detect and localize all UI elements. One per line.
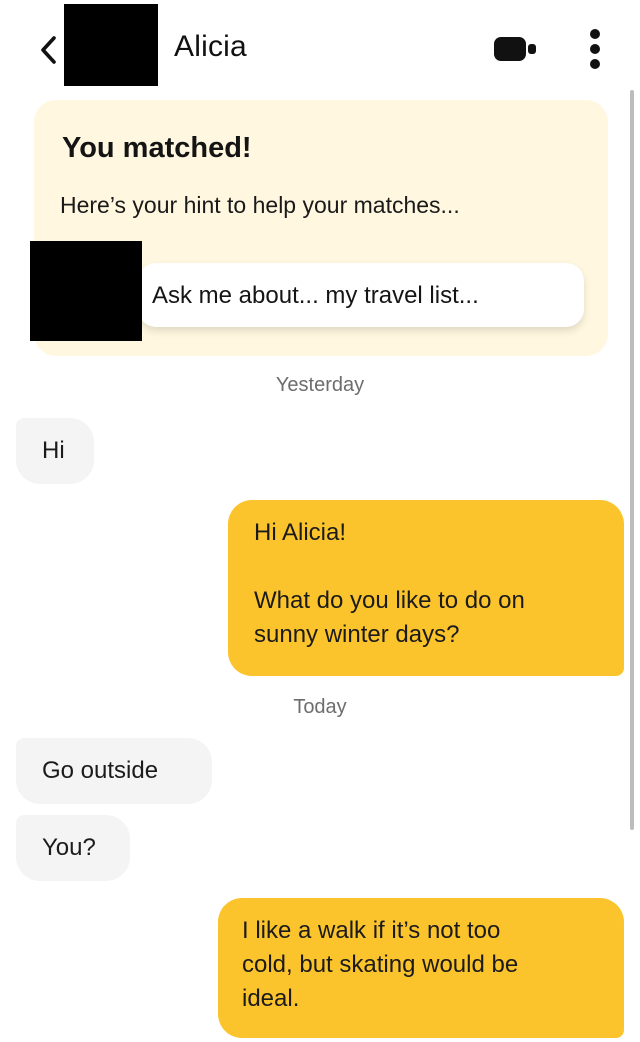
- hint-pill[interactable]: Ask me about... my travel list...: [138, 263, 584, 327]
- video-camera-icon: [494, 37, 536, 61]
- message-text: Hi Alicia!: [254, 519, 347, 546]
- avatar[interactable]: [64, 4, 160, 86]
- match-title: You matched!: [62, 132, 252, 164]
- more-vertical-icon: [590, 29, 600, 69]
- message-bubble-received[interactable]: Go outside: [16, 738, 212, 804]
- video-call-button[interactable]: [490, 34, 542, 64]
- hint-avatar-redaction: [30, 241, 142, 341]
- hint-text: Ask me about... my travel list...: [152, 282, 479, 309]
- avatar-redaction: [64, 4, 158, 86]
- message-text: You?: [42, 834, 96, 861]
- message-text: sunny winter days?: [254, 621, 460, 648]
- message-text: Hi: [42, 437, 65, 464]
- message-bubble-received[interactable]: You?: [16, 815, 130, 881]
- chevron-left-icon: [41, 36, 56, 64]
- message-text: cold, but skating would be: [242, 951, 519, 978]
- message-text: I like a walk if it’s not too: [242, 917, 501, 944]
- chat-header: Alicia: [0, 0, 640, 96]
- scrollbar[interactable]: [630, 90, 634, 830]
- message-bubble-sent[interactable]: I like a walk if it’s not too cold, but …: [218, 898, 624, 1038]
- more-options-button[interactable]: [582, 26, 608, 72]
- message-text: Go outside: [42, 757, 159, 784]
- date-separator-today: Today: [293, 696, 347, 718]
- contact-name[interactable]: Alicia: [174, 30, 247, 64]
- match-subtitle: Here’s your hint to help your matches...: [60, 192, 460, 218]
- date-separator-yesterday: Yesterday: [275, 374, 365, 396]
- back-button[interactable]: [30, 30, 66, 70]
- message-text: ideal.: [242, 985, 300, 1012]
- message-bubble-sent[interactable]: Hi Alicia! What do you like to do on sun…: [228, 500, 624, 676]
- message-text: What do you like to do on: [254, 587, 525, 614]
- message-bubble-received[interactable]: Hi: [16, 418, 94, 484]
